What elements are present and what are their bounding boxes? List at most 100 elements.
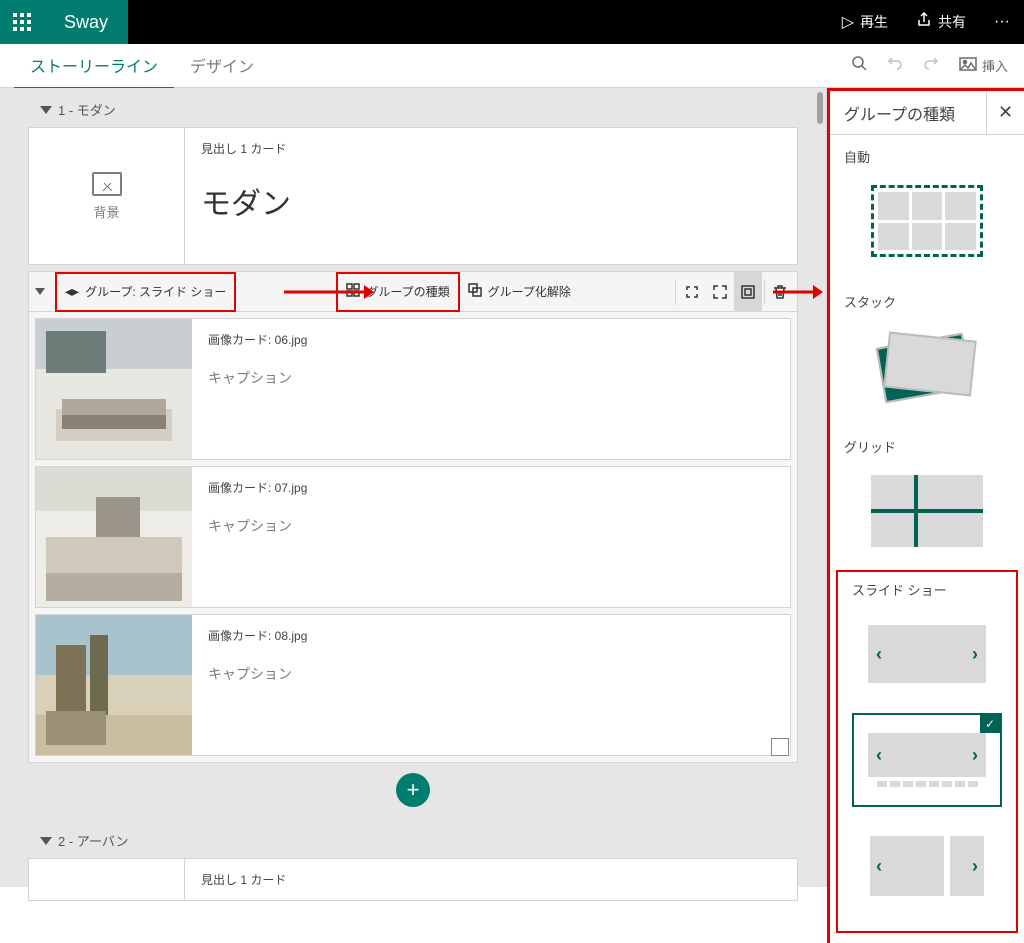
image-card-label: 画像カード: 07.jpg bbox=[208, 479, 774, 496]
image-icon bbox=[959, 57, 977, 74]
image-card-label: 画像カード: 08.jpg bbox=[208, 627, 774, 644]
group-type-icon bbox=[346, 283, 360, 300]
ungroup-button[interactable]: グループ化解除 bbox=[460, 272, 579, 312]
chevron-right-icon: › bbox=[972, 745, 978, 766]
background-slot[interactable]: 背景 bbox=[29, 128, 185, 264]
image-placeholder-icon bbox=[92, 172, 122, 196]
thumbnail bbox=[36, 467, 192, 607]
group-type-label: グループの種類 bbox=[366, 283, 449, 300]
focus-small-button[interactable] bbox=[678, 272, 706, 312]
panel-header: グループの種類 ✕ bbox=[830, 91, 1024, 135]
slideshow-icon: ◂▸ bbox=[65, 283, 79, 300]
focus-medium-button[interactable] bbox=[706, 272, 734, 312]
group-option-stack[interactable] bbox=[852, 319, 1002, 413]
image-card[interactable]: 画像カード: 06.jpg キャプション bbox=[35, 318, 791, 460]
slideshow-split-icon: ‹ › bbox=[870, 836, 984, 896]
group-type-panel: グループの種類 ✕ 自動 スタック グリッド スライド ショー ‹ › bbox=[827, 88, 1024, 943]
undo-button[interactable] bbox=[887, 55, 903, 76]
section-header-1[interactable]: 1 - モダン bbox=[10, 94, 816, 125]
card-body: 画像カード: 06.jpg キャプション bbox=[192, 319, 790, 459]
share-button[interactable]: 共有 bbox=[902, 0, 980, 44]
group-collapse-icon[interactable] bbox=[35, 288, 45, 295]
heading-card[interactable]: 背景 見出し 1 カード モダン bbox=[28, 127, 798, 265]
image-card[interactable]: 画像カード: 08.jpg キャプション bbox=[35, 614, 791, 756]
group-option-slideshow-basic[interactable]: ‹ › bbox=[852, 607, 1002, 701]
scrollbar-thumb[interactable] bbox=[817, 92, 823, 124]
tab-storyline[interactable]: ストーリーライン bbox=[14, 43, 174, 89]
divider bbox=[764, 279, 765, 305]
group-option-auto[interactable] bbox=[852, 174, 1002, 268]
section-header-2[interactable]: 2 - アーバン bbox=[10, 825, 816, 856]
group-toolbar-right bbox=[673, 272, 793, 312]
heading-title[interactable]: モダン bbox=[201, 179, 781, 223]
heading-card[interactable]: 見出し 1 カード bbox=[28, 858, 798, 901]
section-label: 2 - アーバン bbox=[58, 831, 129, 850]
checkmark-icon: ✓ bbox=[980, 715, 1000, 733]
insert-button[interactable]: 挿入 bbox=[959, 56, 1008, 75]
play-label: 再生 bbox=[860, 12, 888, 32]
background-label: 背景 bbox=[93, 202, 119, 221]
insert-label: 挿入 bbox=[982, 56, 1008, 75]
share-icon bbox=[916, 12, 932, 33]
option-label-grid: グリッド bbox=[830, 425, 1024, 460]
group-option-grid[interactable] bbox=[852, 464, 1002, 558]
chevron-right-icon: › bbox=[972, 644, 978, 665]
option-label-stack: スタック bbox=[830, 280, 1024, 315]
brand-label: Sway bbox=[44, 0, 128, 44]
caption-placeholder[interactable]: キャプション bbox=[208, 664, 774, 684]
share-label: 共有 bbox=[938, 12, 966, 32]
app-launcher-button[interactable] bbox=[0, 0, 44, 44]
group-type-button[interactable]: グループの種類 bbox=[336, 272, 459, 312]
card-body: 見出し 1 カード モダン bbox=[185, 128, 797, 264]
card-type-label: 見出し 1 カード bbox=[201, 871, 781, 888]
section-label: 1 - モダン bbox=[58, 100, 116, 119]
title-bar: Sway ▷ 再生 共有 ··· bbox=[0, 0, 1024, 44]
slideshow-options-group: スライド ショー ‹ › ✓ ‹ › ‹ bbox=[836, 570, 1018, 933]
tab-design[interactable]: デザイン bbox=[174, 43, 270, 89]
more-button[interactable]: ··· bbox=[980, 0, 1024, 44]
group-toolbar: ◂▸ グループ: スライド ショー グループの種類 グループ化解除 bbox=[29, 272, 797, 312]
image-card-label: 画像カード: 06.jpg bbox=[208, 331, 774, 348]
group-container: ◂▸ グループ: スライド ショー グループの種類 グループ化解除 bbox=[28, 271, 798, 763]
select-checkbox[interactable] bbox=[771, 738, 789, 756]
secondary-actions: 挿入 bbox=[851, 55, 1024, 76]
caption-placeholder[interactable]: キャプション bbox=[208, 516, 774, 536]
group-name-button[interactable]: ◂▸ グループ: スライド ショー bbox=[55, 272, 236, 312]
grid-icon bbox=[871, 475, 983, 547]
storyline-pane: 1 - モダン 背景 見出し 1 カード モダン ◂▸ グループ: スライド シ… bbox=[0, 88, 827, 887]
thumbnail bbox=[36, 615, 192, 755]
card-body: 画像カード: 07.jpg キャプション bbox=[192, 467, 790, 607]
workspace: 1 - モダン 背景 見出し 1 カード モダン ◂▸ グループ: スライド シ… bbox=[0, 88, 1024, 943]
collapse-icon bbox=[40, 106, 52, 114]
focus-large-button[interactable] bbox=[734, 272, 762, 312]
secondary-toolbar: ストーリーライン デザイン 挿入 bbox=[0, 44, 1024, 88]
group-name-label: グループ: スライド ショー bbox=[85, 283, 226, 300]
chevron-left-icon: ‹ bbox=[876, 644, 882, 665]
card-type-label: 見出し 1 カード bbox=[201, 140, 781, 157]
thumbnail bbox=[36, 319, 192, 459]
delete-button[interactable] bbox=[767, 272, 793, 312]
group-option-slideshow-thumbs[interactable]: ✓ ‹ › bbox=[852, 713, 1002, 807]
slideshow-basic-icon: ‹ › bbox=[868, 625, 986, 683]
chevron-left-icon: ‹ bbox=[876, 856, 882, 877]
caption-placeholder[interactable]: キャプション bbox=[208, 368, 774, 388]
play-button[interactable]: ▷ 再生 bbox=[828, 0, 902, 44]
close-icon: ✕ bbox=[998, 102, 1013, 123]
stack-icon bbox=[872, 330, 982, 402]
image-card[interactable]: 画像カード: 07.jpg キャプション bbox=[35, 466, 791, 608]
panel-close-button[interactable]: ✕ bbox=[986, 91, 1024, 135]
option-label-slideshow: スライド ショー bbox=[838, 576, 1016, 603]
option-label-auto: 自動 bbox=[830, 135, 1024, 170]
divider bbox=[675, 279, 676, 305]
play-icon: ▷ bbox=[842, 12, 854, 32]
redo-button[interactable] bbox=[923, 55, 939, 76]
add-card-button[interactable]: + bbox=[396, 773, 430, 807]
background-slot[interactable] bbox=[29, 859, 185, 900]
ellipsis-icon: ··· bbox=[994, 13, 1010, 31]
search-icon[interactable] bbox=[851, 55, 867, 76]
ungroup-label: グループ化解除 bbox=[488, 283, 571, 300]
auto-icon bbox=[871, 185, 983, 257]
plus-icon: + bbox=[407, 777, 420, 803]
group-option-slideshow-split[interactable]: ‹ › bbox=[852, 819, 1002, 913]
slideshow-thumbs-icon: ‹ › bbox=[868, 733, 986, 787]
